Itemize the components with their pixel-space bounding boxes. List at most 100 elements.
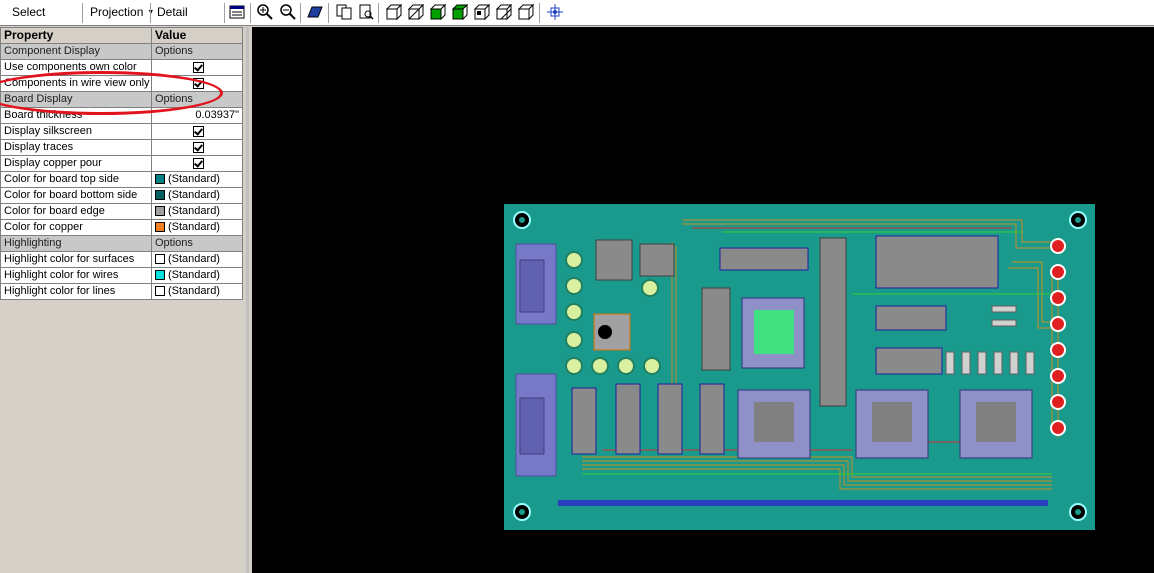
checkbox-cell[interactable]	[151, 59, 243, 76]
color-swatch	[155, 286, 165, 297]
color-value[interactable]: (Standard)	[151, 267, 243, 284]
color-value[interactable]: (Standard)	[151, 203, 243, 220]
regulator	[595, 239, 633, 281]
projection-dropdown[interactable]: Projection▼	[84, 2, 154, 23]
view-bottom-icon	[496, 4, 512, 20]
value-field[interactable]: 0.03937"	[151, 107, 243, 124]
property-row-color-for-board-bottom-side[interactable]: Color for board bottom side (Standard)	[0, 187, 243, 204]
checkbox-checked[interactable]	[193, 61, 204, 73]
property-label: Highlight color for lines	[0, 283, 152, 300]
property-label: Color for board edge	[0, 203, 152, 220]
color-value[interactable]: (Standard)	[151, 219, 243, 236]
color-value-label: (Standard)	[168, 221, 220, 233]
checkbox-cell[interactable]	[151, 123, 243, 140]
property-row-color-for-board-top-side[interactable]: Color for board top side (Standard)	[0, 171, 243, 188]
copy-button[interactable]	[334, 2, 354, 23]
property-label: Component Display	[0, 43, 152, 60]
view-iso-button[interactable]	[516, 2, 536, 23]
color-value-label: (Standard)	[168, 205, 220, 217]
zoom-in-icon	[257, 4, 273, 20]
view-left-icon	[430, 4, 446, 20]
regulator	[639, 243, 675, 277]
toolbar-divider	[300, 3, 301, 23]
checkbox-cell[interactable]	[151, 155, 243, 172]
print-preview-button[interactable]	[356, 2, 376, 23]
checkbox-checked[interactable]	[193, 77, 204, 89]
property-label: Highlight color for surfaces	[0, 251, 152, 268]
property-column-header: Property	[0, 27, 152, 44]
checkbox-checked[interactable]	[193, 157, 204, 169]
copy-icon	[336, 4, 352, 20]
section-highlighting[interactable]: Highlighting Options	[0, 235, 243, 252]
print-preview-icon	[359, 4, 374, 20]
color-swatch	[155, 190, 165, 201]
view-back-button[interactable]	[406, 2, 426, 23]
property-row-color-for-board-edge[interactable]: Color for board edge (Standard)	[0, 203, 243, 220]
property-label: Display traces	[0, 139, 152, 156]
checkbox-checked[interactable]	[193, 141, 204, 153]
projection-label: Projection	[90, 5, 144, 19]
property-row-color-for-copper[interactable]: Color for copper (Standard)	[0, 219, 243, 236]
property-label: Color for board top side	[0, 171, 152, 188]
property-row-use-components-own-color[interactable]: Use components own color	[0, 59, 243, 76]
board-view-button[interactable]	[305, 2, 325, 23]
view-front-button[interactable]	[384, 2, 404, 23]
section-board-display[interactable]: Board Display Options	[0, 91, 243, 108]
edge-pin-row	[558, 500, 1048, 506]
color-value[interactable]: (Standard)	[151, 187, 243, 204]
center-view-icon	[547, 4, 563, 20]
toolbar-divider	[82, 3, 83, 23]
view-right-button[interactable]	[450, 2, 470, 23]
select-view-dropdown[interactable]: Select view▼	[6, 2, 82, 40]
color-value[interactable]: (Standard)	[151, 251, 243, 268]
detail-level-dropdown[interactable]: Detail level▼	[151, 2, 223, 40]
color-value-label: (Standard)	[168, 189, 220, 201]
color-value-label: (Standard)	[168, 285, 220, 297]
view-front-icon	[386, 4, 402, 20]
checkbox-checked[interactable]	[193, 125, 204, 137]
property-row-components-in-wire-view-only[interactable]: Components in wire view only	[0, 75, 243, 92]
color-value[interactable]: (Standard)	[151, 171, 243, 188]
property-row-display-traces[interactable]: Display traces	[0, 139, 243, 156]
property-panel: Property Value Component Display Options U…	[0, 27, 249, 573]
view-top-icon	[474, 4, 490, 20]
property-label: Board thickness	[0, 107, 152, 124]
view-iso-icon	[518, 4, 534, 20]
toolbar: Select view▼ Projection▼ Detail level▼	[0, 0, 1154, 40]
view-bottom-button[interactable]	[494, 2, 514, 23]
pcb-board[interactable]	[252, 202, 1096, 542]
view-right-icon	[452, 4, 468, 20]
property-row-highlight-color-for-wires[interactable]: Highlight color for wires (Standard)	[0, 267, 243, 284]
view-back-icon	[408, 4, 424, 20]
property-row-highlight-color-for-surfaces[interactable]: Highlight color for surfaces (Standard)	[0, 251, 243, 268]
view-left-button[interactable]	[428, 2, 448, 23]
section-value[interactable]: Options	[151, 91, 243, 108]
section-component-display[interactable]: Component Display Options	[0, 43, 243, 60]
property-label: Highlighting	[0, 235, 152, 252]
view-top-button[interactable]	[472, 2, 492, 23]
property-row-board-thickness[interactable]: Board thickness 0.03937"	[0, 107, 243, 124]
color-swatch	[155, 174, 165, 185]
property-label: Color for copper	[0, 219, 152, 236]
properties-button[interactable]	[227, 2, 247, 23]
color-swatch	[155, 254, 165, 265]
properties-icon	[229, 5, 245, 19]
zoom-out-icon	[280, 4, 296, 20]
property-row-display-copper-pour[interactable]: Display copper pour	[0, 155, 243, 172]
zoom-out-button[interactable]	[278, 2, 298, 23]
toolbar-divider	[224, 3, 225, 23]
property-grid-header: Property Value	[0, 27, 243, 44]
property-label: Use components own color	[0, 59, 152, 76]
property-row-display-silkscreen[interactable]: Display silkscreen	[0, 123, 243, 140]
center-view-button[interactable]	[545, 2, 565, 23]
color-value[interactable]: (Standard)	[151, 283, 243, 300]
zoom-in-button[interactable]	[255, 2, 275, 23]
checkbox-cell[interactable]	[151, 75, 243, 92]
property-row-highlight-color-for-lines[interactable]: Highlight color for lines (Standard)	[0, 283, 243, 300]
toolbar-divider	[539, 3, 540, 23]
section-value[interactable]: Options	[151, 43, 243, 60]
section-value[interactable]: Options	[151, 235, 243, 252]
checkbox-cell[interactable]	[151, 139, 243, 156]
board-view-icon	[307, 6, 323, 18]
color-swatch	[155, 206, 165, 217]
